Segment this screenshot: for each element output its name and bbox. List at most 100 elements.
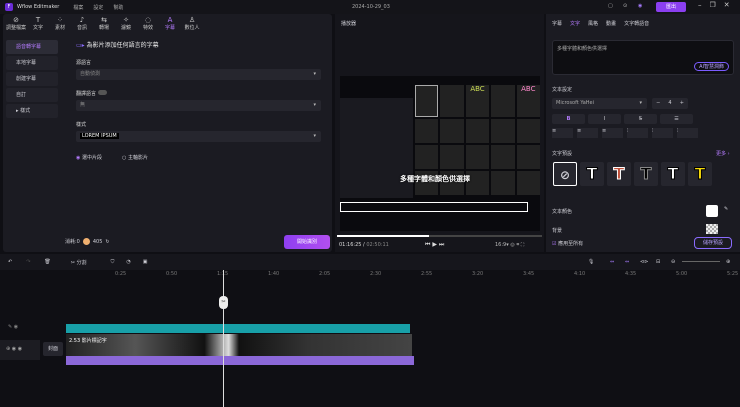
align-left-icon[interactable]: ≡ — [552, 128, 573, 138]
text-preset[interactable]: T — [607, 162, 631, 186]
bold-button[interactable]: B — [552, 114, 585, 124]
tool-transition[interactable]: ⇆ 轉場 — [93, 14, 115, 36]
tool-avatar[interactable]: ♙ 數位人 — [181, 14, 203, 36]
tool-adjust[interactable]: ⊘ 調整檔案 — [5, 14, 27, 36]
ai-polish-button[interactable]: AI智慧潤飾 — [694, 62, 729, 71]
feedback-icon[interactable]: ▢ — [608, 3, 613, 9]
zoom-out-icon[interactable]: ⊖ — [671, 259, 675, 265]
sidebar-item-speech-to-subtitle[interactable]: 語音轉字幕 — [6, 40, 58, 54]
tool-effect[interactable]: ◌ 特效 — [137, 14, 159, 36]
align-bottom-icon[interactable]: ⫶ — [677, 128, 698, 138]
edit-icon[interactable]: ✎ — [8, 324, 12, 330]
video-clip[interactable]: 2.53 影片標記字 — [66, 334, 412, 356]
strikethrough-button[interactable]: S̶ — [624, 114, 657, 124]
sidebar-item-local-subtitle[interactable]: 本地字幕 — [6, 56, 58, 70]
speed-icon[interactable]: ◔ — [126, 259, 130, 265]
zoom-slider[interactable] — [682, 261, 720, 262]
link-icon[interactable]: ⇔ — [625, 259, 629, 265]
line-spacing-button[interactable]: ☰ — [660, 114, 693, 124]
more-presets-link[interactable]: 更多 › — [716, 150, 730, 157]
sidebar-item-custom[interactable]: 自訂 — [6, 88, 58, 102]
lock-icon[interactable]: ⊕ — [6, 346, 10, 352]
aspect-ratio-select[interactable]: 16:9▾ ◎ ⌗ ⛶ — [495, 242, 524, 248]
video-preview[interactable]: ABC ABC 多種字體和顏色供選擇 — [340, 76, 540, 231]
text-preset[interactable]: T — [688, 162, 712, 186]
italic-button[interactable]: I — [588, 114, 621, 124]
tab-subtitle[interactable]: 字幕 — [552, 20, 562, 27]
audio-waveform[interactable] — [66, 356, 414, 365]
tool-media[interactable]: ⁘ 素材 — [49, 14, 71, 36]
align-center-icon[interactable]: ≡ — [577, 128, 598, 138]
sidebar-item-style[interactable]: ▸ 樣式 — [6, 104, 58, 118]
radio-main-track[interactable]: ○ 主軸影片 — [122, 154, 148, 161]
caption-icon[interactable]: ▣ — [143, 259, 148, 265]
tool-audio[interactable]: ♪ 音訊 — [71, 14, 93, 36]
microphone-icon[interactable]: 🎙 — [588, 259, 594, 265]
app-title: Wflow Editmaker — [17, 4, 60, 10]
export-button[interactable]: 匯出 — [656, 2, 686, 12]
menu-help[interactable]: 幫助 — [113, 5, 123, 11]
align-top-icon[interactable]: ⫶ — [627, 128, 648, 138]
cover-button[interactable]: 封面 — [43, 342, 63, 356]
sidebar-item-create-subtitle[interactable]: 創建字幕 — [6, 72, 58, 86]
background-color-swatch[interactable] — [706, 224, 718, 234]
menu-settings[interactable]: 設定 — [93, 5, 103, 11]
download-icon[interactable]: ⊙ — [623, 3, 627, 9]
tab-tts[interactable]: 文字轉語音 — [624, 20, 649, 27]
tool-filter[interactable]: ✧ 濾鏡 — [115, 14, 137, 36]
text-color-swatch[interactable] — [706, 205, 718, 217]
align-middle-icon[interactable]: ⫶ — [652, 128, 673, 138]
text-preset[interactable]: T — [661, 162, 685, 186]
start-recognition-button[interactable]: 開始識別 — [284, 235, 330, 249]
tab-text[interactable]: 文字 — [570, 20, 580, 27]
menu-file[interactable]: 檔案 — [73, 5, 83, 11]
minimize-button[interactable]: – — [698, 1, 702, 9]
text-preset[interactable]: T — [634, 162, 658, 186]
maximize-button[interactable]: ❐ — [710, 1, 716, 9]
delete-icon[interactable]: 🗑 — [44, 259, 50, 265]
preset-none[interactable]: ⊘ — [553, 162, 577, 186]
text-preset[interactable]: T — [580, 162, 604, 186]
undo-icon[interactable]: ↶ — [8, 259, 12, 265]
prev-frame-icon[interactable]: ⏮ — [425, 241, 430, 248]
save-preset-button[interactable]: 儲存預設 — [694, 237, 732, 249]
playhead[interactable] — [223, 270, 224, 407]
font-select[interactable]: Microsoft YaHei — [552, 98, 647, 109]
marker-icon[interactable]: ⛉ — [111, 259, 115, 265]
auto-edit-icon[interactable]: ⊟ — [656, 259, 660, 265]
source-language-select[interactable]: 自動偵測 — [76, 69, 321, 80]
next-frame-icon[interactable]: ⏭ — [439, 241, 444, 248]
style-select[interactable]: LOREM IPSUM — [76, 131, 321, 142]
subtitle-track-clip[interactable] — [66, 324, 410, 333]
subtitle-text-input[interactable]: 多種字體和顏色供選擇 AI智慧潤飾 — [552, 40, 734, 75]
refresh-icon[interactable]: ↻ — [105, 239, 109, 245]
align-right-icon[interactable]: ≡ — [602, 128, 623, 138]
tool-text[interactable]: T 文字 — [27, 14, 49, 36]
playhead-split-handle[interactable]: ✂ — [219, 296, 228, 309]
tab-animation[interactable]: 動畫 — [606, 20, 616, 27]
split-button[interactable]: ✂ 分割 — [71, 259, 87, 266]
font-size-stepper[interactable]: −4 + — [652, 98, 688, 109]
play-icon[interactable]: ▶ — [432, 241, 437, 248]
translate-language-select[interactable]: 無 — [76, 100, 321, 111]
close-button[interactable]: ✕ — [724, 1, 730, 9]
apply-all-checkbox[interactable]: ☑ 應用至所有 — [552, 240, 583, 247]
visibility-icon[interactable]: ◉ — [12, 346, 16, 352]
tab-style[interactable]: 風格 — [588, 20, 598, 27]
account-icon[interactable]: ◉ — [638, 3, 642, 9]
timeline-ruler[interactable]: 0:250:501:151:402:052:302:553:203:454:10… — [60, 270, 740, 282]
zoom-in-icon[interactable]: ⊕ — [726, 259, 730, 265]
translate-toggle[interactable] — [97, 90, 107, 95]
subtitle-bounding-box[interactable] — [340, 202, 528, 212]
subtitle-overlay[interactable]: 多種字體和顏色供選擇 — [400, 174, 470, 184]
radio-selected-clip[interactable]: ◉ 選中片段 — [76, 154, 102, 161]
tool-subtitle[interactable]: A 字幕 — [159, 14, 181, 36]
eyedropper-icon[interactable]: ✎ — [724, 206, 728, 212]
playback-progress[interactable] — [337, 235, 542, 237]
redo-icon[interactable]: ↷ — [26, 259, 30, 265]
coin-icon — [82, 238, 90, 245]
snap-icon[interactable]: ⇔ — [610, 259, 614, 265]
mute-icon[interactable]: ◉ — [18, 346, 22, 352]
eye-icon[interactable]: ◉ — [14, 324, 18, 330]
fit-icon[interactable]: ⊲⊳ — [640, 259, 648, 265]
